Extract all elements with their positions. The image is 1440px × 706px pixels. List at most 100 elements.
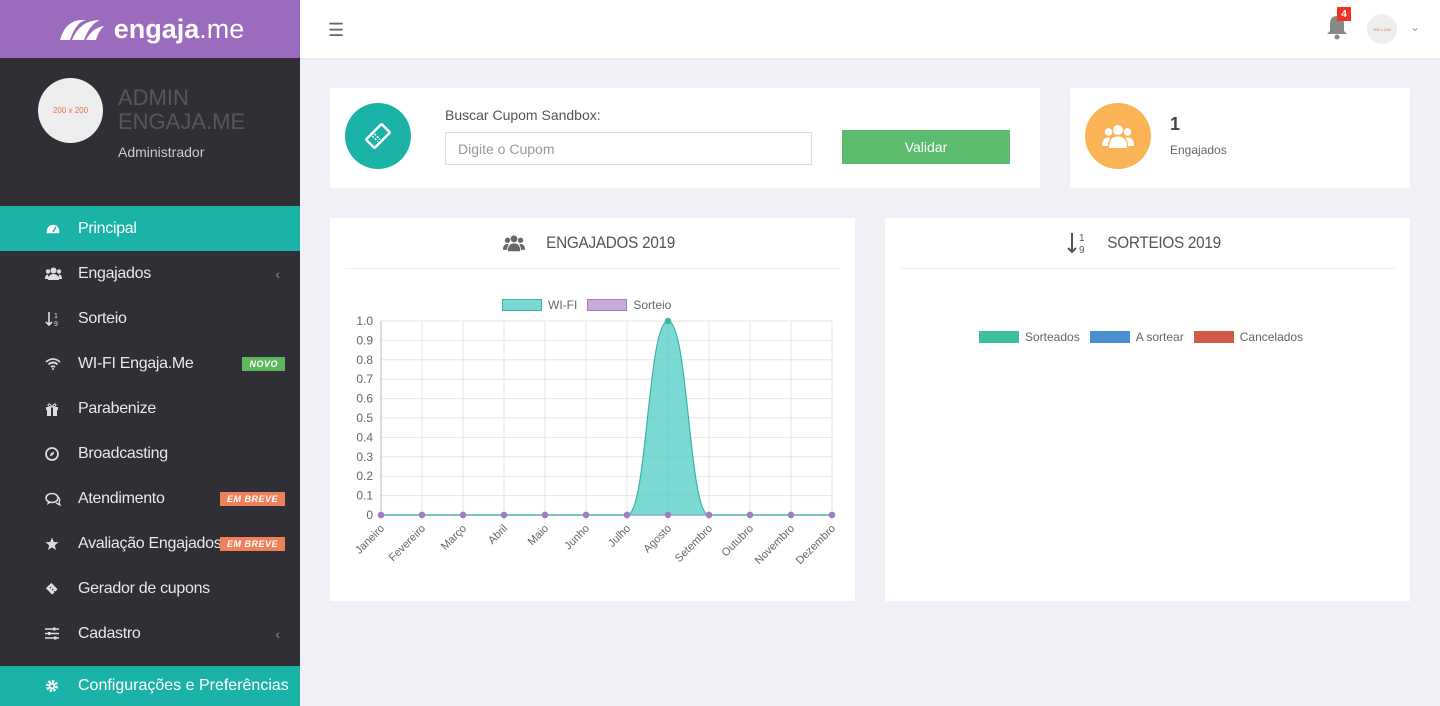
users-circle <box>1085 103 1151 169</box>
x-tick-label: Dezembro <box>794 523 838 567</box>
legend-item-cancelados[interactable]: Cancelados <box>1193 330 1304 344</box>
legend-label: Cancelados <box>1239 330 1304 344</box>
data-point <box>582 511 590 519</box>
x-tick-label: Março <box>439 523 469 553</box>
y-tick-label: 0.5 <box>356 411 373 425</box>
engajados-count: 1 <box>1170 114 1181 134</box>
legend-item-a-sortear[interactable]: A sortear <box>1089 330 1184 344</box>
ticket-icon <box>0 582 78 595</box>
svg-text:9: 9 <box>1079 245 1085 255</box>
chart-legend: Sorteados A sortear Cancelados <box>979 330 1303 344</box>
menu-toggle-icon[interactable]: ☰ <box>328 20 344 41</box>
coupon-input[interactable] <box>445 132 812 165</box>
data-point <box>418 511 426 519</box>
brand-name: engaja.me <box>113 13 245 44</box>
data-point <box>500 511 508 519</box>
sidebar-item-cadastro[interactable]: Cadastro ‹ <box>0 611 300 656</box>
y-tick-label: 0.1 <box>356 489 373 503</box>
sidebar-item-label: Cadastro <box>78 624 141 642</box>
sidebar-item-label: Configurações e Preferências <box>78 677 289 694</box>
y-tick-label: 0.6 <box>356 392 373 406</box>
sidebar-nav: Principal Engajados ‹ 19 Sorteio WI-FI E… <box>0 206 300 656</box>
data-point <box>459 511 467 519</box>
comments-icon <box>0 492 78 506</box>
top-bar: ☰ 4 200 x 200 ⌄ <box>300 0 1440 58</box>
sidebar-item-gerador-cupons[interactable]: Gerador de cupons <box>0 566 300 611</box>
x-tick-label: Maio <box>526 523 551 548</box>
y-tick-label: 1.0 <box>356 314 373 328</box>
coupon-search-label: Buscar Cupom Sandbox: <box>445 107 601 123</box>
sidebar-item-label: Principal <box>78 219 137 237</box>
data-point <box>746 511 754 519</box>
users-icon <box>1102 125 1134 148</box>
x-tick-label: Julho <box>606 523 633 550</box>
compass-icon <box>0 446 78 461</box>
profile-name: ADMIN ENGAJA.ME <box>118 85 246 134</box>
y-tick-label: 0 <box>366 508 373 522</box>
legend-swatch-cancelados <box>1193 331 1234 343</box>
data-point <box>623 511 631 519</box>
chevron-left-icon: ‹ <box>275 265 280 282</box>
sidebar-item-label: Broadcasting <box>78 444 168 462</box>
x-tick-label: Abril <box>486 523 510 547</box>
y-tick-label: 0.7 <box>356 372 373 386</box>
sidebar-item-label: Avaliação Engajados <box>78 534 222 552</box>
svg-text:9: 9 <box>54 321 58 327</box>
x-tick-label: Junho <box>562 523 592 553</box>
sidebar-item-sorteio[interactable]: 19 Sorteio <box>0 296 300 341</box>
coming-soon-badge: EM BREVE <box>219 536 285 551</box>
x-tick-label: Setembro <box>673 523 715 565</box>
sidebar-item-label: Engajados <box>78 264 151 282</box>
sidebar-item-atendimento[interactable]: Atendimento EM BREVE <box>0 476 300 521</box>
sliders-icon <box>0 627 78 640</box>
legend-item-sorteados[interactable]: Sorteados <box>979 330 1080 344</box>
y-tick-label: 0.2 <box>356 469 373 483</box>
validate-button[interactable]: Validar <box>842 130 1010 164</box>
users-icon <box>0 267 78 280</box>
sidebar: engaja.me 200 x 200 ADMIN ENGAJA.ME Admi… <box>0 0 300 706</box>
sidebar-item-broadcasting[interactable]: Broadcasting <box>0 431 300 476</box>
gift-icon <box>0 402 78 416</box>
sidebar-item-parabenize[interactable]: Parabenize <box>0 386 300 431</box>
data-point <box>664 317 672 325</box>
data-point <box>828 511 836 519</box>
y-tick-label: 0.4 <box>356 430 373 444</box>
sidebar-item-avaliacao[interactable]: Avaliação Engajados EM BREVE <box>0 521 300 566</box>
sidebar-item-principal[interactable]: Principal <box>0 206 300 251</box>
sort-numeric-icon: 19 <box>0 311 78 327</box>
y-tick-label: 0.9 <box>356 333 373 347</box>
brand-logo[interactable]: engaja.me <box>0 0 300 58</box>
avatar[interactable]: 200 x 200 <box>38 78 103 143</box>
legend-swatch-sorteados <box>979 331 1019 343</box>
chart-title: SORTEIOS 2019 <box>1107 233 1222 252</box>
gear-icon <box>0 679 78 693</box>
user-avatar[interactable]: 200 x 200 <box>1367 14 1397 44</box>
data-point <box>705 511 713 519</box>
y-tick-label: 0.8 <box>356 353 373 367</box>
legend-label: Sorteados <box>1025 330 1080 344</box>
sidebar-item-label: WI-FI Engaja.Me <box>78 354 194 372</box>
sidebar-item-label: Gerador de cupons <box>78 579 210 597</box>
engajados-area-chart: 0 0.1 0.2 0.3 0.4 0.5 0.6 0.7 0.8 0.9 1.0 Janeiro Fe… <box>353 314 838 567</box>
wifi-icon <box>0 357 78 370</box>
data-point <box>664 511 672 519</box>
legend-swatch-a-sortear <box>1089 331 1130 343</box>
x-tick-label: Agosto <box>641 523 674 556</box>
notification-count-badge: 4 <box>1337 7 1351 21</box>
engajados-chart-card: ENGAJADOS 2019 WI-FI Sorteio 0 0.1 0.2 0.3 0… <box>330 218 855 601</box>
legend-label: A sortear <box>1135 330 1184 344</box>
chevron-down-icon[interactable]: ⌄ <box>1410 20 1420 34</box>
dashboard-icon <box>0 222 78 236</box>
sidebar-item-configuracoes[interactable]: Configurações e Preferências <box>0 666 300 706</box>
sidebar-item-wifi[interactable]: WI-FI Engaja.Me NOVO <box>0 341 300 386</box>
coming-soon-badge: EM BREVE <box>219 491 285 506</box>
sidebar-item-label: Atendimento <box>78 489 165 507</box>
x-tick-label: Novembro <box>753 523 797 567</box>
svg-text:1: 1 <box>1079 233 1085 244</box>
y-tick-label: 0.3 <box>356 450 373 464</box>
engajados-label: Engajados <box>1170 143 1227 157</box>
x-tick-label: Janeiro <box>353 523 387 557</box>
sidebar-item-label: Sorteio <box>78 309 127 327</box>
profile-panel: 200 x 200 ADMIN ENGAJA.ME Administrador <box>0 58 300 206</box>
sidebar-item-engajados[interactable]: Engajados ‹ <box>0 251 300 296</box>
